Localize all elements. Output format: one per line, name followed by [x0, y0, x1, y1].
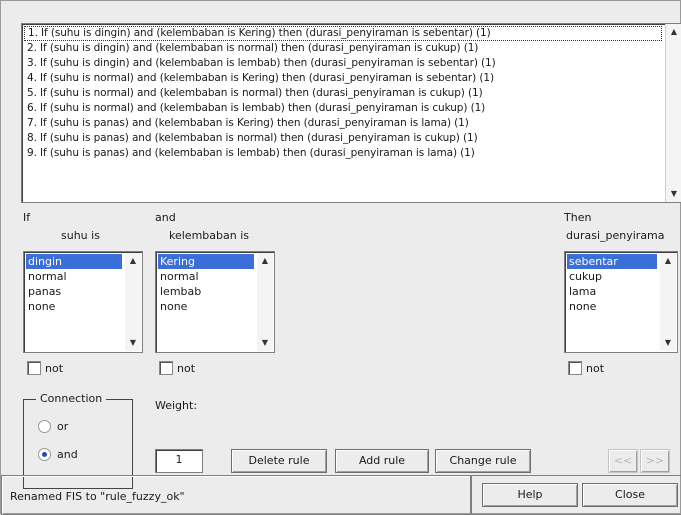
durasi-option[interactable]: cukup	[567, 269, 657, 284]
kelembaban-listbox[interactable]: Kering normal lembab none ▲ ▼	[155, 251, 275, 353]
kelembaban-option[interactable]: none	[158, 299, 254, 314]
kelembaban-scrollbar[interactable]: ▲ ▼	[257, 253, 273, 351]
scroll-down-icon[interactable]: ▼	[660, 335, 676, 351]
suhu-scrollbar[interactable]: ▲ ▼	[125, 253, 141, 351]
suhu-option[interactable]: dingin	[26, 254, 122, 269]
rule-item[interactable]: 3. If (suhu is dingin) and (kelembaban i…	[24, 56, 662, 71]
durasi-option[interactable]: sebentar	[567, 254, 657, 269]
durasi-label: durasi_penyirama	[566, 229, 665, 242]
add-rule-button[interactable]: Add rule	[335, 449, 429, 473]
scroll-down-icon[interactable]: ▼	[666, 186, 681, 202]
durasi-scrollbar[interactable]: ▲ ▼	[660, 253, 676, 351]
and-radio-label: and	[57, 448, 78, 461]
scroll-down-icon[interactable]: ▼	[125, 335, 141, 351]
help-button[interactable]: Help	[482, 483, 578, 507]
kelembaban-option[interactable]: Kering	[158, 254, 254, 269]
durasi-listbox[interactable]: sebentar cukup lama none ▲ ▼	[564, 251, 678, 353]
not-label: not	[586, 361, 605, 375]
rules-list: 1. If (suhu is dingin) and (kelembaban i…	[24, 26, 662, 161]
scroll-down-icon[interactable]: ▼	[257, 335, 273, 351]
checkbox-box[interactable]	[568, 361, 582, 375]
rule-editor-window: 1. If (suhu is dingin) and (kelembaban i…	[0, 0, 681, 515]
suhu-option[interactable]: panas	[26, 284, 122, 299]
scroll-up-icon[interactable]: ▲	[257, 253, 273, 269]
radio-icon[interactable]	[38, 420, 51, 433]
kelembaban-option[interactable]: normal	[158, 269, 254, 284]
weight-input[interactable]: 1	[155, 449, 203, 473]
close-button[interactable]: Close	[582, 483, 678, 507]
kelembaban-not-checkbox[interactable]: not	[159, 361, 195, 375]
scroll-up-icon[interactable]: ▲	[660, 253, 676, 269]
prev-button[interactable]: <<	[608, 449, 638, 473]
rule-item[interactable]: 5. If (suhu is normal) and (kelembaban i…	[24, 86, 662, 101]
not-label: not	[177, 361, 196, 375]
status-text: Renamed FIS to "rule_fuzzy_ok"	[10, 490, 185, 503]
rule-item[interactable]: 6. If (suhu is normal) and (kelembaban i…	[24, 101, 662, 116]
or-radio[interactable]: or	[38, 420, 68, 433]
rule-item[interactable]: 8. If (suhu is panas) and (kelembaban is…	[24, 131, 662, 146]
rule-item[interactable]: 7. If (suhu is panas) and (kelembaban is…	[24, 116, 662, 131]
not-label: not	[45, 361, 64, 375]
if-label: If	[23, 211, 31, 224]
suhu-option[interactable]: none	[26, 299, 122, 314]
status-bar: Renamed FIS to "rule_fuzzy_ok"	[1, 475, 471, 515]
durasi-option[interactable]: none	[567, 299, 657, 314]
durasi-not-checkbox[interactable]: not	[568, 361, 604, 375]
and-radio[interactable]: and	[38, 448, 78, 461]
scroll-up-icon[interactable]: ▲	[666, 24, 681, 40]
bottom-button-panel: Help Close	[471, 475, 681, 515]
then-label: Then	[564, 211, 592, 224]
suhu-listbox[interactable]: dingin normal panas none ▲ ▼	[23, 251, 143, 353]
and-label: and	[155, 211, 176, 224]
rule-item[interactable]: 1. If (suhu is dingin) and (kelembaban i…	[24, 26, 662, 41]
delete-rule-button[interactable]: Delete rule	[231, 449, 327, 473]
weight-label: Weight:	[155, 399, 198, 412]
change-rule-button[interactable]: Change rule	[435, 449, 531, 473]
rules-listbox[interactable]: 1. If (suhu is dingin) and (kelembaban i…	[21, 23, 681, 203]
rule-item[interactable]: 2. If (suhu is dingin) and (kelembaban i…	[24, 41, 662, 56]
kelembaban-label: kelembaban is	[169, 229, 249, 242]
or-label: or	[57, 420, 69, 433]
radio-selected-icon[interactable]	[38, 448, 51, 461]
kelembaban-option[interactable]: lembab	[158, 284, 254, 299]
rule-item[interactable]: 9. If (suhu is panas) and (kelembaban is…	[24, 146, 662, 161]
suhu-not-checkbox[interactable]: not	[27, 361, 63, 375]
rules-scrollbar[interactable]: ▲ ▼	[665, 24, 681, 202]
checkbox-box[interactable]	[159, 361, 173, 375]
scroll-up-icon[interactable]: ▲	[125, 253, 141, 269]
connection-label: Connection	[36, 392, 107, 405]
durasi-option[interactable]: lama	[567, 284, 657, 299]
next-button[interactable]: >>	[640, 449, 670, 473]
suhu-label: suhu is	[61, 229, 100, 242]
rule-item[interactable]: 4. If (suhu is normal) and (kelembaban i…	[24, 71, 662, 86]
suhu-option[interactable]: normal	[26, 269, 122, 284]
checkbox-box[interactable]	[27, 361, 41, 375]
